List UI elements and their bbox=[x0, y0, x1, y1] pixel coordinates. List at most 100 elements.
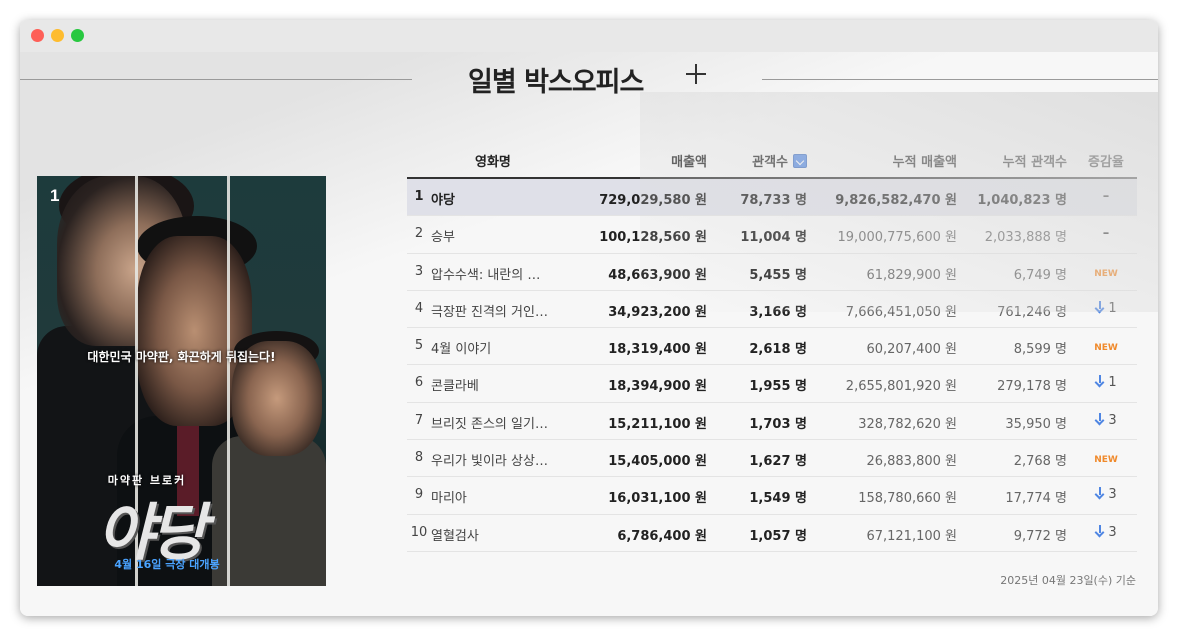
row-audience: 1,955 명 bbox=[749, 379, 807, 395]
table-row[interactable]: 9 마리아 16,031,100 원 1,549 명 158,780,660 원 17,7… bbox=[407, 477, 1137, 515]
row-change: NEW bbox=[1081, 450, 1131, 465]
poster-art bbox=[227, 176, 230, 586]
row-cum-audience: 17,774 명 bbox=[1005, 491, 1067, 507]
row-rank: 1 bbox=[414, 189, 424, 204]
row-rank: 2 bbox=[414, 226, 424, 242]
row-title[interactable]: 압수수색: 내란의 … bbox=[431, 264, 561, 283]
row-rank: 4 bbox=[414, 300, 424, 316]
row-rank: 3 bbox=[414, 263, 424, 279]
change-value: 1 bbox=[1108, 375, 1117, 391]
row-audience: 3,166 명 bbox=[749, 304, 807, 320]
row-cum-sales: 60,207,400 원 bbox=[866, 342, 957, 358]
header-sales[interactable]: 매출액 bbox=[671, 151, 707, 170]
change-value: 3 bbox=[1108, 412, 1117, 428]
row-rank: 6 bbox=[414, 375, 424, 391]
row-cum-sales: 328,782,620 원 bbox=[858, 416, 957, 432]
row-cum-audience: 1,040,823 명 bbox=[977, 193, 1067, 208]
row-sales: 18,319,400 원 bbox=[608, 342, 707, 358]
table-row[interactable]: 8 우리가 빛이라 상상… 15,405,000 원 1,627 명 26,883,80… bbox=[407, 440, 1137, 478]
sort-desc-icon[interactable] bbox=[793, 154, 807, 168]
date-footnote: 2025년 04월 23일(수) 기순 bbox=[1000, 574, 1136, 587]
row-sales: 15,211,100 원 bbox=[608, 416, 707, 432]
row-audience: 11,004 명 bbox=[740, 230, 807, 246]
row-title[interactable]: 마리아 bbox=[431, 487, 561, 506]
row-title[interactable]: 승부 bbox=[431, 226, 561, 245]
app-window: 일별 박스오피스 1 대한민국 마약판, 화끈하게 뒤집는다! 마약판 브로커 … bbox=[20, 20, 1158, 616]
row-sales: 18,394,900 원 bbox=[608, 379, 707, 395]
row-sales: 34,923,200 원 bbox=[608, 304, 707, 320]
row-title[interactable]: 야당 bbox=[431, 189, 561, 208]
table-row[interactable]: 4 극장판 진격의 거인… 34,923,200 원 3,166 명 7,666,451… bbox=[407, 291, 1137, 329]
arrow-down-icon bbox=[1095, 375, 1105, 387]
plus-icon[interactable] bbox=[684, 62, 708, 86]
row-audience: 1,549 명 bbox=[749, 491, 807, 507]
row-title[interactable]: 콘클라베 bbox=[431, 375, 561, 394]
row-title[interactable]: 4월 이야기 bbox=[431, 338, 561, 357]
row-rank: 8 bbox=[414, 450, 424, 466]
table-row[interactable]: 2 승부 100,128,560 원 11,004 명 19,000,775,600 원… bbox=[407, 216, 1137, 254]
row-cum-audience: 2,768 명 bbox=[1013, 454, 1067, 470]
row-cum-sales: 19,000,775,600 원 bbox=[837, 230, 957, 246]
divider bbox=[762, 79, 1158, 80]
row-cum-audience: 761,246 명 bbox=[997, 304, 1067, 320]
header-cum-audience[interactable]: 누적 관객수 bbox=[1003, 151, 1067, 170]
table-row[interactable]: 7 브리짓 존스의 일기… 15,211,100 원 1,703 명 328,782,6… bbox=[407, 403, 1137, 441]
row-cum-sales: 158,780,660 원 bbox=[858, 491, 957, 507]
table-row[interactable]: 10 열혈검사 6,786,400 원 1,057 명 67,121,100 원 9,77… bbox=[407, 515, 1137, 552]
row-rank: 10 bbox=[410, 524, 428, 540]
table-row[interactable]: 1 야당 729,029,580 원 78,733 명 9,826,582,470 원 1… bbox=[407, 179, 1137, 217]
row-audience: 1,627 명 bbox=[749, 454, 807, 470]
change-value: 1 bbox=[1108, 300, 1117, 316]
row-cum-audience: 8,599 명 bbox=[1013, 342, 1067, 358]
no-change-dash: – bbox=[1102, 189, 1110, 204]
maximize-window-button[interactable] bbox=[71, 29, 84, 42]
row-title[interactable]: 열혈검사 bbox=[431, 525, 561, 544]
poster-rank: 1 bbox=[50, 186, 60, 205]
row-title[interactable]: 극장판 진격의 거인… bbox=[431, 301, 561, 320]
minimize-window-button[interactable] bbox=[51, 29, 64, 42]
page-title: 일별 박스오피스 bbox=[468, 67, 644, 98]
row-rank: 9 bbox=[414, 487, 424, 503]
row-sales: 100,128,560 원 bbox=[599, 230, 707, 246]
header-change[interactable]: 증감율 bbox=[1088, 151, 1124, 170]
row-cum-audience: 279,178 명 bbox=[997, 379, 1067, 395]
new-badge: NEW bbox=[1094, 268, 1118, 279]
row-audience: 1,703 명 bbox=[749, 416, 807, 432]
table-row[interactable]: 3 압수수색: 내란의 … 48,663,900 원 5,455 명 61,829,90… bbox=[407, 254, 1137, 291]
table-row[interactable]: 6 콘클라베 18,394,900 원 1,955 명 2,655,801,920 원 2… bbox=[407, 365, 1137, 403]
row-cum-sales: 61,829,900 원 bbox=[866, 267, 957, 283]
row-sales: 48,663,900 원 bbox=[608, 267, 707, 283]
row-sales: 16,031,100 원 bbox=[608, 491, 707, 507]
table-body: 1 야당 729,029,580 원 78,733 명 9,826,582,470 원 1… bbox=[407, 179, 1137, 552]
row-rank: 5 bbox=[414, 338, 424, 354]
table-row[interactable]: 5 4월 이야기 18,319,400 원 2,618 명 60,207,400 원 8,… bbox=[407, 328, 1137, 366]
change-value: 3 bbox=[1108, 487, 1117, 503]
row-cum-audience: 9,772 명 bbox=[1013, 528, 1067, 544]
header-audience[interactable]: 관객수 bbox=[752, 151, 807, 170]
row-cum-audience: 6,749 명 bbox=[1013, 267, 1067, 283]
page-content: 일별 박스오피스 1 대한민국 마약판, 화끈하게 뒤집는다! 마약판 브로커 … bbox=[20, 52, 1158, 616]
row-change: NEW bbox=[1081, 264, 1131, 279]
close-window-button[interactable] bbox=[31, 29, 44, 42]
title-bar bbox=[20, 20, 1158, 52]
arrow-down-icon bbox=[1095, 524, 1105, 537]
row-cum-audience: 2,033,888 명 bbox=[984, 230, 1067, 246]
movie-poster[interactable]: 1 대한민국 마약판, 화끈하게 뒤집는다! 마약판 브로커 야당 4월 16일… bbox=[37, 176, 326, 586]
poster-tagline: 대한민국 마약판, 화끈하게 뒤집는다! bbox=[87, 350, 276, 364]
row-title[interactable]: 우리가 빛이라 상상… bbox=[431, 450, 561, 469]
table-header: 영화명 매출액 관객수 누적 매출액 누적 관객수 증감율 bbox=[407, 142, 1137, 179]
row-title[interactable]: 브리짓 존스의 일기… bbox=[431, 413, 561, 432]
row-cum-audience: 35,950 명 bbox=[1005, 416, 1067, 432]
row-audience: 78,733 명 bbox=[740, 193, 807, 208]
header-title[interactable]: 영화명 bbox=[475, 151, 511, 170]
header-cum-sales[interactable]: 누적 매출액 bbox=[893, 151, 957, 170]
row-change: 1 bbox=[1081, 300, 1131, 316]
no-change-dash: – bbox=[1102, 226, 1110, 242]
row-cum-sales: 26,883,800 원 bbox=[866, 454, 957, 470]
arrow-down-icon bbox=[1095, 300, 1105, 313]
row-rank: 7 bbox=[414, 412, 424, 428]
row-change: 3 bbox=[1081, 487, 1131, 502]
row-audience: 5,455 명 bbox=[749, 267, 807, 283]
new-badge: NEW bbox=[1094, 343, 1118, 354]
row-cum-sales: 67,121,100 원 bbox=[866, 528, 957, 544]
